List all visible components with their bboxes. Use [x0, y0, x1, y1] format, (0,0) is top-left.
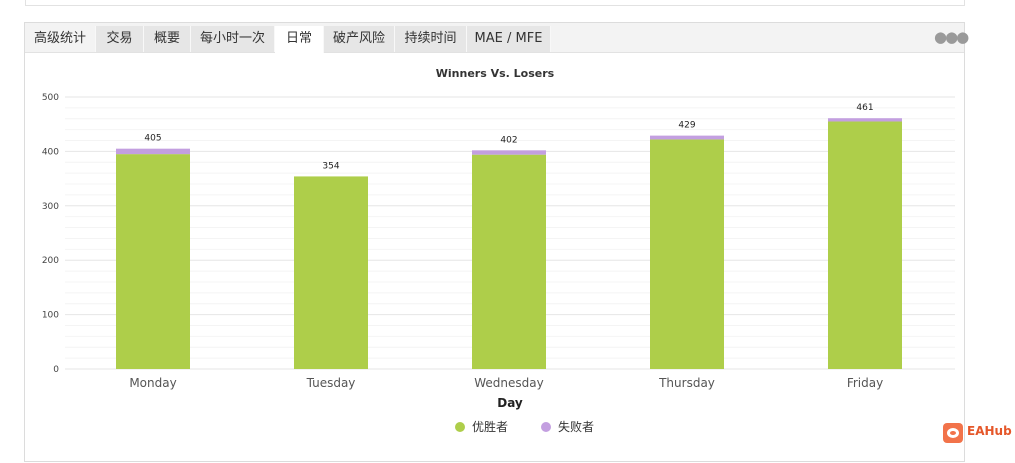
tab-mae-mfe[interactable]: MAE / MFE	[467, 26, 551, 52]
bar-segment	[650, 135, 724, 140]
y-tick-label: 0	[53, 365, 59, 375]
x-axis-ticks: Monday Tuesday Wednesday Thursday Friday	[129, 376, 883, 390]
legend: 优胜者 失败者	[455, 419, 594, 434]
legend-marker	[455, 422, 465, 432]
y-tick-label: 400	[42, 147, 59, 157]
bar-segment	[116, 148, 190, 155]
top-panel-edge	[25, 0, 965, 6]
bar-segment	[294, 176, 368, 369]
legend-label: 优胜者	[472, 419, 508, 434]
tab-duration[interactable]: 持续时间	[395, 26, 467, 52]
ellipsis-icon[interactable]: ●●●	[934, 27, 969, 47]
tab-advanced-stats[interactable]: 高级统计	[25, 26, 96, 52]
bar-segment	[828, 118, 902, 122]
y-tick-label: 500	[42, 93, 59, 103]
y-tick-label: 200	[42, 256, 59, 266]
y-tick-label: 300	[42, 202, 59, 212]
bars: 405 354 402 429 461	[116, 103, 902, 369]
y-axis-ticks: 0 100 200 300 400 500	[42, 93, 59, 375]
bar-total-label: 429	[678, 121, 695, 131]
bar-total-label: 354	[322, 161, 339, 171]
chart-title: Winners Vs. Losers	[436, 67, 555, 80]
x-tick-label: Monday	[129, 376, 176, 390]
tab-hourly[interactable]: 每小时一次	[191, 26, 275, 52]
eahub-logo-icon	[943, 423, 963, 443]
x-tick-label: Friday	[847, 376, 883, 390]
x-tick-label: Wednesday	[474, 376, 543, 390]
x-tick-label: Tuesday	[306, 376, 356, 390]
bar-segment	[472, 154, 546, 369]
bar-segment	[650, 139, 724, 369]
x-axis-title: Day	[497, 396, 523, 410]
eahub-logo: EAHub	[943, 423, 1013, 443]
bar-segment	[116, 154, 190, 369]
bar-segment	[828, 121, 902, 369]
tab-summary[interactable]: 概要	[144, 26, 191, 52]
legend-marker	[541, 422, 551, 432]
bar-segment	[472, 150, 546, 155]
logo-text: EAHub	[967, 424, 1012, 438]
bar-total-label: 402	[500, 135, 517, 145]
tab-trades[interactable]: 交易	[96, 26, 144, 52]
legend-label: 失败者	[558, 419, 594, 434]
bar-total-label: 461	[856, 103, 873, 113]
tab-risk-of-ruin[interactable]: 破产风险	[324, 26, 395, 52]
y-tick-label: 100	[42, 311, 59, 321]
tab-daily[interactable]: 日常	[275, 26, 324, 53]
x-tick-label: Thursday	[658, 376, 715, 390]
tab-bar: 高级统计 交易 概要 每小时一次 日常 破产风险 持续时间 MAE / MFE …	[25, 23, 969, 53]
stats-panel: 高级统计 交易 概要 每小时一次 日常 破产风险 持续时间 MAE / MFE …	[24, 22, 969, 462]
winners-losers-chart: Winners Vs. Losers 0 100 200 300 400 500 405 3…	[42, 67, 955, 434]
bar-total-label: 405	[144, 134, 161, 144]
